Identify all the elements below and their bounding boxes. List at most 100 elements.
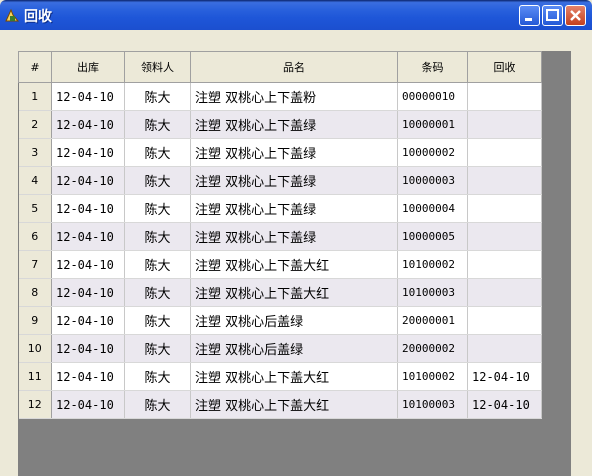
barcode-cell[interactable]: 10000005	[397, 222, 468, 251]
outbound-date-cell[interactable]: 12-04-10	[51, 194, 125, 223]
table-row[interactable]: 12 12-04-10 陈大 注塑 双桃心上下盖大红 10100003 12-04-10	[18, 390, 542, 419]
outbound-date-cell[interactable]: 12-04-10	[51, 110, 125, 139]
recycle-date-cell[interactable]	[467, 334, 542, 363]
close-icon	[570, 10, 581, 21]
barcode-cell[interactable]: 00000010	[397, 82, 468, 111]
row-number[interactable]: 5	[18, 194, 52, 223]
app-icon[interactable]	[4, 7, 20, 23]
recipient-cell[interactable]: 陈大	[124, 306, 191, 335]
recipient-cell[interactable]: 陈大	[124, 222, 191, 251]
minimize-icon	[525, 18, 532, 21]
recycle-date-cell[interactable]: 12-04-10	[467, 390, 542, 419]
column-header-number[interactable]: #	[18, 51, 52, 83]
outbound-date-cell[interactable]: 12-04-10	[51, 82, 125, 111]
barcode-cell[interactable]: 10000004	[397, 194, 468, 223]
recipient-cell[interactable]: 陈大	[124, 250, 191, 279]
table-row[interactable]: 2 12-04-10 陈大 注塑 双桃心上下盖绿 10000001	[18, 110, 542, 139]
title-bar[interactable]: 回收	[0, 0, 592, 30]
product-name-cell[interactable]: 注塑 双桃心上下盖大红	[190, 278, 398, 307]
recycle-date-cell[interactable]	[467, 250, 542, 279]
row-number[interactable]: 11	[18, 362, 52, 391]
product-name-cell[interactable]: 注塑 双桃心上下盖大红	[190, 390, 398, 419]
recipient-cell[interactable]: 陈大	[124, 278, 191, 307]
outbound-date-cell[interactable]: 12-04-10	[51, 362, 125, 391]
recycle-date-cell[interactable]	[467, 222, 542, 251]
maximize-button[interactable]	[542, 5, 563, 26]
row-number[interactable]: 2	[18, 110, 52, 139]
recycle-date-cell[interactable]	[467, 278, 542, 307]
data-grid[interactable]: # 出库 领料人 品名 条码 回收 1 12-04-10 陈大 注塑 双桃心上下盖粉 0…	[18, 51, 571, 476]
barcode-cell[interactable]: 20000001	[397, 306, 468, 335]
row-number[interactable]: 9	[18, 306, 52, 335]
column-header-recipient[interactable]: 领料人	[124, 51, 191, 83]
recipient-cell[interactable]: 陈大	[124, 166, 191, 195]
product-name-cell[interactable]: 注塑 双桃心上下盖绿	[190, 194, 398, 223]
recipient-cell[interactable]: 陈大	[124, 334, 191, 363]
table-row[interactable]: 9 12-04-10 陈大 注塑 双桃心后盖绿 20000001	[18, 306, 542, 335]
barcode-cell[interactable]: 10000001	[397, 110, 468, 139]
recycle-date-cell[interactable]	[467, 138, 542, 167]
product-name-cell[interactable]: 注塑 双桃心后盖绿	[190, 334, 398, 363]
barcode-cell[interactable]: 20000002	[397, 334, 468, 363]
table-row[interactable]: 5 12-04-10 陈大 注塑 双桃心上下盖绿 10000004	[18, 194, 542, 223]
recycle-date-cell[interactable]	[467, 82, 542, 111]
barcode-cell[interactable]: 10100002	[397, 362, 468, 391]
row-number[interactable]: 4	[18, 166, 52, 195]
product-name-cell[interactable]: 注塑 双桃心后盖绿	[190, 306, 398, 335]
table-row[interactable]: 1 12-04-10 陈大 注塑 双桃心上下盖粉 00000010	[18, 82, 542, 111]
outbound-date-cell[interactable]: 12-04-10	[51, 278, 125, 307]
column-header-recycle[interactable]: 回收	[467, 51, 542, 83]
recycle-date-cell[interactable]	[467, 194, 542, 223]
recipient-cell[interactable]: 陈大	[124, 82, 191, 111]
barcode-cell[interactable]: 10100003	[397, 390, 468, 419]
table-row[interactable]: 8 12-04-10 陈大 注塑 双桃心上下盖大红 10100003	[18, 278, 542, 307]
barcode-cell[interactable]: 10000002	[397, 138, 468, 167]
outbound-date-cell[interactable]: 12-04-10	[51, 306, 125, 335]
outbound-date-cell[interactable]: 12-04-10	[51, 138, 125, 167]
recipient-cell[interactable]: 陈大	[124, 110, 191, 139]
row-number[interactable]: 10	[18, 334, 52, 363]
table-row[interactable]: 10 12-04-10 陈大 注塑 双桃心后盖绿 20000002	[18, 334, 542, 363]
row-number[interactable]: 8	[18, 278, 52, 307]
recipient-cell[interactable]: 陈大	[124, 362, 191, 391]
outbound-date-cell[interactable]: 12-04-10	[51, 334, 125, 363]
outbound-date-cell[interactable]: 12-04-10	[51, 166, 125, 195]
product-name-cell[interactable]: 注塑 双桃心上下盖大红	[190, 362, 398, 391]
product-name-cell[interactable]: 注塑 双桃心上下盖大红	[190, 250, 398, 279]
recycle-date-cell[interactable]	[467, 306, 542, 335]
table-row[interactable]: 11 12-04-10 陈大 注塑 双桃心上下盖大红 10100002 12-04-10	[18, 362, 542, 391]
recycle-date-cell[interactable]	[467, 110, 542, 139]
table-row[interactable]: 3 12-04-10 陈大 注塑 双桃心上下盖绿 10000002	[18, 138, 542, 167]
recipient-cell[interactable]: 陈大	[124, 390, 191, 419]
product-name-cell[interactable]: 注塑 双桃心上下盖绿	[190, 166, 398, 195]
table-row[interactable]: 7 12-04-10 陈大 注塑 双桃心上下盖大红 10100002	[18, 250, 542, 279]
row-number[interactable]: 7	[18, 250, 52, 279]
column-header-barcode[interactable]: 条码	[397, 51, 468, 83]
client-area: # 出库 领料人 品名 条码 回收 1 12-04-10 陈大 注塑 双桃心上下盖粉 0…	[0, 30, 592, 476]
product-name-cell[interactable]: 注塑 双桃心上下盖绿	[190, 222, 398, 251]
product-name-cell[interactable]: 注塑 双桃心上下盖粉	[190, 82, 398, 111]
row-number[interactable]: 6	[18, 222, 52, 251]
outbound-date-cell[interactable]: 12-04-10	[51, 250, 125, 279]
row-number[interactable]: 12	[18, 390, 52, 419]
close-button[interactable]	[565, 5, 586, 26]
outbound-date-cell[interactable]: 12-04-10	[51, 390, 125, 419]
recipient-cell[interactable]: 陈大	[124, 194, 191, 223]
minimize-button[interactable]	[519, 5, 540, 26]
table-row[interactable]: 6 12-04-10 陈大 注塑 双桃心上下盖绿 10000005	[18, 222, 542, 251]
product-name-cell[interactable]: 注塑 双桃心上下盖绿	[190, 110, 398, 139]
column-header-outbound[interactable]: 出库	[51, 51, 125, 83]
recycle-date-cell[interactable]: 12-04-10	[467, 362, 542, 391]
row-number[interactable]: 3	[18, 138, 52, 167]
table-row[interactable]: 4 12-04-10 陈大 注塑 双桃心上下盖绿 10000003	[18, 166, 542, 195]
barcode-cell[interactable]: 10000003	[397, 166, 468, 195]
column-header-product-name[interactable]: 品名	[190, 51, 398, 83]
barcode-cell[interactable]: 10100002	[397, 250, 468, 279]
row-number[interactable]: 1	[18, 82, 52, 111]
outbound-date-cell[interactable]: 12-04-10	[51, 222, 125, 251]
recycle-date-cell[interactable]	[467, 166, 542, 195]
recipient-cell[interactable]: 陈大	[124, 138, 191, 167]
recycle-table: # 出库 领料人 品名 条码 回收 1 12-04-10 陈大 注塑 双桃心上下盖粉 0…	[18, 51, 542, 419]
barcode-cell[interactable]: 10100003	[397, 278, 468, 307]
product-name-cell[interactable]: 注塑 双桃心上下盖绿	[190, 138, 398, 167]
